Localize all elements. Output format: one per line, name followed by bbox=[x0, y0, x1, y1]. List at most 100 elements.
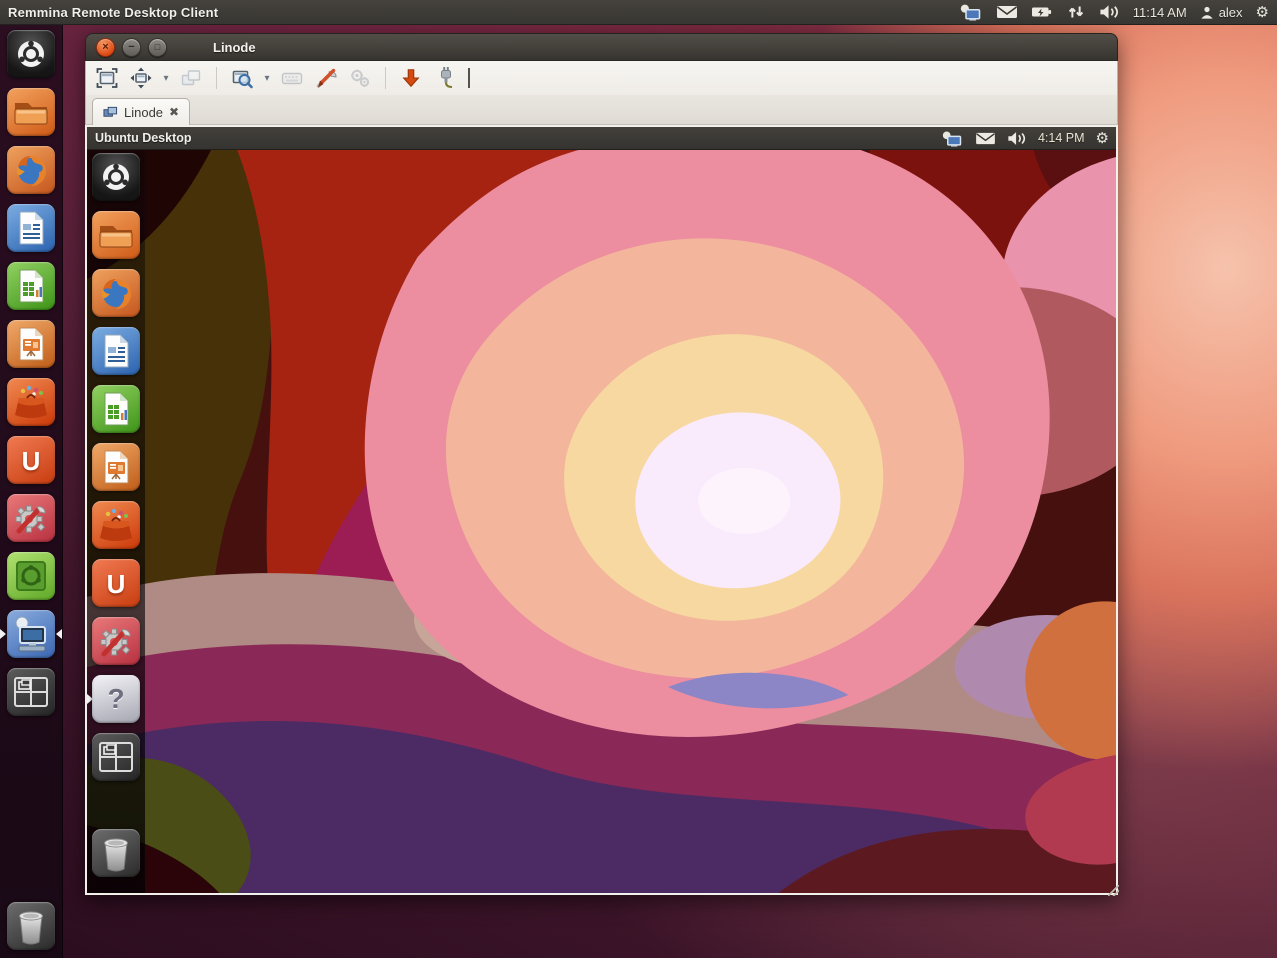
session-gear-icon[interactable]: ⚙ bbox=[1096, 131, 1109, 146]
ubuntu-dash-icon bbox=[92, 153, 140, 201]
remote-sidebar-item-system-settings[interactable] bbox=[87, 617, 145, 665]
libreoffice-impress-icon bbox=[7, 320, 55, 368]
sidebar-item-firefox[interactable] bbox=[0, 146, 62, 194]
remote-unity-launcher: U ? bbox=[87, 149, 145, 893]
sidebar-item-remmina[interactable] bbox=[0, 610, 62, 658]
sidebar-item-system-settings[interactable] bbox=[0, 494, 62, 542]
sidebar-item-workspaces[interactable] bbox=[0, 668, 62, 716]
sidebar-item-impress[interactable] bbox=[0, 320, 62, 368]
remote-top-panel[interactable]: Ubuntu Desktop 4:14 PM ⚙ bbox=[87, 127, 1116, 150]
remmina-toolbar: ▾ ▾ bbox=[85, 61, 1118, 95]
remote-sidebar-item-calc[interactable] bbox=[87, 385, 145, 433]
remmina-indicator-icon[interactable] bbox=[958, 3, 983, 21]
host-system-tray: 11:14 AM alex ⚙ bbox=[958, 3, 1269, 21]
workspace-switcher-icon bbox=[92, 733, 140, 781]
trash-icon bbox=[92, 829, 140, 877]
sidebar-item-update-manager[interactable] bbox=[0, 552, 62, 600]
sidebar-item-dash[interactable] bbox=[0, 30, 62, 78]
sidebar-item-software-center[interactable] bbox=[0, 378, 62, 426]
window-minimize-button[interactable]: − bbox=[122, 38, 141, 57]
remote-system-tray: 4:14 PM ⚙ bbox=[940, 130, 1109, 147]
remmina-indicator-icon[interactable] bbox=[940, 130, 964, 147]
ubuntu-one-letter: U bbox=[92, 560, 140, 607]
remote-sidebar-item-workspaces[interactable] bbox=[87, 733, 145, 781]
toolbar-separator bbox=[385, 67, 386, 89]
libreoffice-calc-icon bbox=[7, 262, 55, 310]
remmina-window: × − □ Linode ▾ ▾ Linode ✖ bbox=[85, 33, 1118, 895]
question-mark: ? bbox=[92, 675, 140, 723]
ubuntu-one-icon: U bbox=[7, 436, 55, 484]
username: alex bbox=[1219, 5, 1243, 20]
session-gear-icon[interactable]: ⚙ bbox=[1256, 5, 1269, 20]
remote-sidebar-item-dash[interactable] bbox=[87, 153, 145, 201]
window-titlebar[interactable]: × − □ Linode bbox=[85, 33, 1118, 61]
remote-sidebar-item-writer[interactable] bbox=[87, 327, 145, 375]
sidebar-item-files[interactable] bbox=[0, 88, 62, 136]
remote-sidebar-item-impress[interactable] bbox=[87, 443, 145, 491]
network-arrows-icon[interactable] bbox=[1066, 4, 1086, 20]
preferences-button[interactable] bbox=[345, 64, 375, 92]
volume-icon[interactable] bbox=[1007, 131, 1027, 146]
focused-indicator-arrow bbox=[56, 629, 62, 639]
remote-desktop-viewport[interactable]: Ubuntu Desktop 4:14 PM ⚙ bbox=[85, 125, 1118, 895]
remote-sidebar-item-ubuntu-one[interactable]: U bbox=[87, 559, 145, 607]
tools-button[interactable] bbox=[311, 64, 341, 92]
resize-grip[interactable] bbox=[1108, 885, 1119, 896]
files-folder-icon bbox=[92, 211, 140, 259]
remote-panel-title[interactable]: Ubuntu Desktop bbox=[95, 131, 192, 145]
scaled-mode-dropdown[interactable]: ▾ bbox=[261, 73, 273, 84]
trash-icon bbox=[7, 902, 55, 950]
remote-sidebar-item-firefox[interactable] bbox=[87, 269, 145, 317]
window-title: Linode bbox=[213, 40, 256, 55]
volume-icon[interactable] bbox=[1099, 4, 1120, 20]
remote-wallpaper bbox=[87, 127, 1116, 893]
system-settings-icon bbox=[7, 494, 55, 542]
sidebar-item-calc[interactable] bbox=[0, 262, 62, 310]
tab-close-icon[interactable]: ✖ bbox=[169, 105, 179, 119]
toolbar-separator bbox=[216, 67, 217, 89]
scaled-mode-button[interactable] bbox=[227, 64, 257, 92]
grab-keyboard-button[interactable] bbox=[277, 64, 307, 92]
remote-sidebar-item-files[interactable] bbox=[87, 211, 145, 259]
sidebar-item-writer[interactable] bbox=[0, 204, 62, 252]
sidebar-item-ubuntu-one[interactable]: U bbox=[0, 436, 62, 484]
ubuntu-one-letter: U bbox=[7, 437, 55, 484]
text-cursor bbox=[468, 68, 470, 88]
window-close-button[interactable]: × bbox=[96, 38, 115, 57]
libreoffice-writer-icon bbox=[92, 327, 140, 375]
duplicate-connection-button[interactable] bbox=[176, 64, 206, 92]
remote-clock[interactable]: 4:14 PM bbox=[1038, 131, 1085, 145]
disconnect-button[interactable] bbox=[430, 64, 460, 92]
tab-linode[interactable]: Linode ✖ bbox=[92, 98, 190, 125]
mail-icon[interactable] bbox=[975, 131, 996, 146]
libreoffice-impress-icon bbox=[92, 443, 140, 491]
remote-sidebar-item-unknown[interactable]: ? bbox=[87, 675, 145, 723]
connection-tabbar: Linode ✖ bbox=[85, 95, 1118, 125]
fit-window-button[interactable] bbox=[126, 64, 156, 92]
user-icon bbox=[1200, 5, 1214, 20]
libreoffice-calc-icon bbox=[92, 385, 140, 433]
host-clock[interactable]: 11:14 AM bbox=[1133, 5, 1187, 20]
running-indicator-arrow bbox=[0, 629, 6, 639]
update-manager-icon bbox=[7, 552, 55, 600]
firefox-icon bbox=[7, 146, 55, 194]
window-maximize-button[interactable]: □ bbox=[148, 38, 167, 57]
firefox-icon bbox=[92, 269, 140, 317]
unknown-app-icon: ? bbox=[92, 675, 140, 723]
remote-sidebar-item-software-center[interactable] bbox=[87, 501, 145, 549]
fullscreen-button[interactable] bbox=[92, 64, 122, 92]
ubuntu-one-icon: U bbox=[92, 559, 140, 607]
mail-icon[interactable] bbox=[996, 4, 1018, 20]
fit-window-dropdown[interactable]: ▾ bbox=[160, 73, 172, 84]
system-settings-icon bbox=[92, 617, 140, 665]
remmina-icon bbox=[7, 610, 55, 658]
host-top-panel: Remmina Remote Desktop Client 11:14 AM a… bbox=[0, 0, 1277, 25]
user-menu[interactable]: alex bbox=[1200, 5, 1243, 20]
workspace-switcher-icon bbox=[7, 668, 55, 716]
battery-icon[interactable] bbox=[1031, 4, 1053, 20]
minimize-connection-button[interactable] bbox=[396, 64, 426, 92]
files-folder-icon bbox=[7, 88, 55, 136]
host-unity-launcher: U bbox=[0, 24, 63, 958]
remote-sidebar-item-trash[interactable] bbox=[87, 829, 145, 877]
sidebar-item-trash[interactable] bbox=[0, 902, 62, 950]
